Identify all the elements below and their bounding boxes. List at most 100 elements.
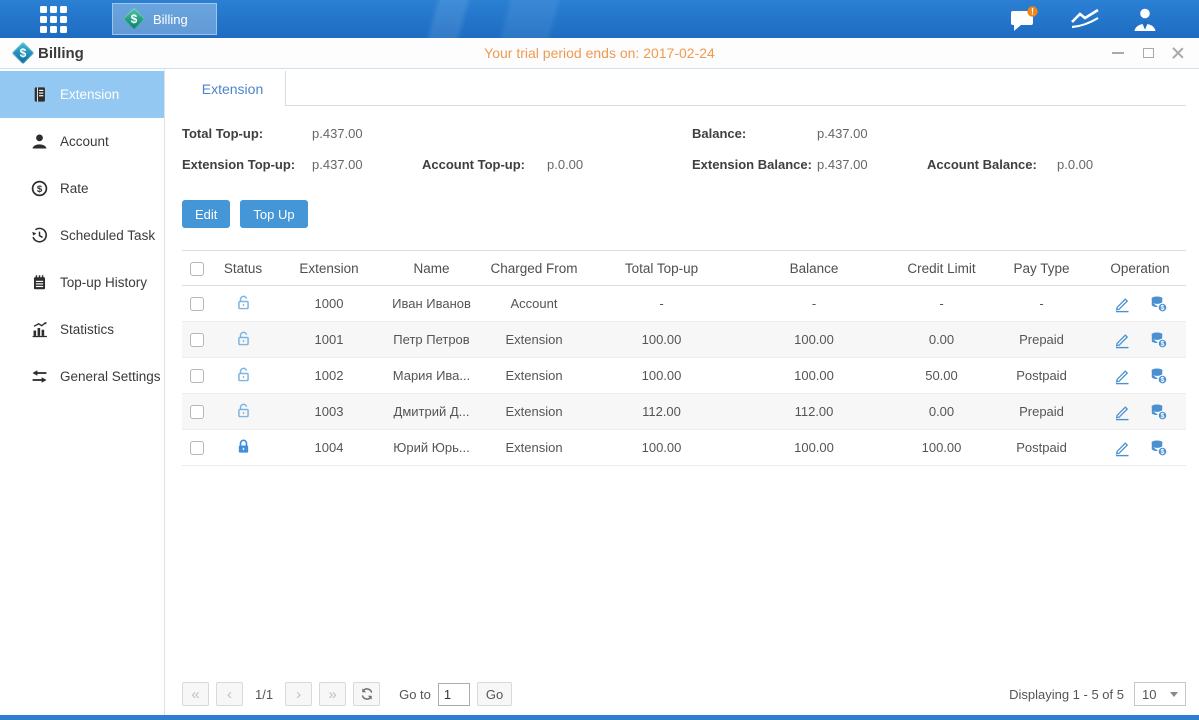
billing-window-icon: $ <box>12 42 34 64</box>
unlocked-icon <box>235 335 252 350</box>
refresh-button[interactable] <box>353 682 380 706</box>
prev-page-button[interactable]: ‹ <box>216 682 243 706</box>
unlocked-icon <box>235 407 252 422</box>
cell-pay-type: Prepaid <box>989 394 1094 430</box>
topup-coins-icon[interactable]: $ <box>1149 403 1168 421</box>
bar-chart-icon <box>31 321 49 339</box>
cell-credit-limit: 0.00 <box>894 394 989 430</box>
column-charged-from: Charged From <box>479 251 589 286</box>
topup-coins-icon[interactable]: $ <box>1149 367 1168 385</box>
pagination: « ‹ 1/1 › » Go to Go <box>182 682 512 706</box>
trial-notice: Your trial period ends on: 2017-02-24 <box>0 45 1199 61</box>
dollar-circle-icon: $ <box>31 180 49 198</box>
cell-charged-from: Account <box>479 286 589 322</box>
minimize-button[interactable] <box>1111 46 1125 60</box>
account-balance-label: Account Balance: <box>927 157 1037 172</box>
row-checkbox[interactable] <box>190 369 204 383</box>
user-account-icon[interactable] <box>1131 5 1159 33</box>
edit-button[interactable]: Edit <box>182 200 230 228</box>
next-page-icon: › <box>296 686 301 703</box>
page-size-select[interactable]: 10 <box>1134 682 1186 706</box>
column-extension: Extension <box>274 251 384 286</box>
svg-text:$: $ <box>1160 305 1164 312</box>
account-topup-value: p.0.00 <box>547 157 583 172</box>
cell-credit-limit: 0.00 <box>894 322 989 358</box>
cell-total-topup: 100.00 <box>589 322 734 358</box>
maximize-button[interactable] <box>1141 46 1155 60</box>
goto-page-input[interactable] <box>438 683 470 706</box>
extension-topup-value: p.437.00 <box>312 157 363 172</box>
cell-name: Петр Петров <box>384 322 479 358</box>
extension-balance-value: p.437.00 <box>817 157 868 172</box>
statistics-chart-icon[interactable] <box>1069 7 1101 31</box>
topup-coins-icon[interactable]: $ <box>1149 331 1168 349</box>
table-row[interactable]: 1004 Юрий Юрь... Extension 100.00 100.00… <box>182 430 1186 466</box>
sidebar-item-scheduled-task[interactable]: Scheduled Task <box>0 212 164 259</box>
table-row[interactable]: 1000 Иван Иванов Account - - - - <box>182 286 1186 322</box>
table-row[interactable]: 1002 Мария Ива... Extension 100.00 100.0… <box>182 358 1186 394</box>
edit-icon[interactable] <box>1113 439 1131 457</box>
cell-credit-limit: 100.00 <box>894 430 989 466</box>
balance-summary: Total Top-up: p.437.00 Balance: p.437.00… <box>182 120 1186 184</box>
cell-name: Иван Иванов <box>384 286 479 322</box>
page-size-value: 10 <box>1142 687 1156 702</box>
topup-button[interactable]: Top Up <box>240 200 307 228</box>
cell-credit-limit: 50.00 <box>894 358 989 394</box>
select-all-checkbox[interactable] <box>190 262 204 276</box>
messages-icon[interactable]: ! <box>1009 6 1039 33</box>
cell-pay-type: Postpaid <box>989 430 1094 466</box>
topup-coins-icon[interactable]: $ <box>1149 295 1168 313</box>
total-topup-label: Total Top-up: <box>182 126 263 141</box>
topbar-right: ! <box>1009 0 1159 38</box>
page-indicator: 1/1 <box>255 687 273 702</box>
sidebar-item-general-settings[interactable]: General Settings <box>0 353 164 400</box>
cell-pay-type: Prepaid <box>989 322 1094 358</box>
unlocked-icon <box>235 299 252 314</box>
cell-balance: - <box>734 286 894 322</box>
row-checkbox[interactable] <box>190 333 204 347</box>
next-page-button[interactable]: › <box>285 682 312 706</box>
cell-name: Юрий Юрь... <box>384 430 479 466</box>
cell-charged-from: Extension <box>479 358 589 394</box>
column-status: Status <box>212 251 274 286</box>
sidebar-item-statistics[interactable]: Statistics <box>0 306 164 353</box>
window-bottom-edge <box>0 715 1199 720</box>
cell-balance: 112.00 <box>734 394 894 430</box>
svg-text:$: $ <box>1160 377 1164 384</box>
first-page-button[interactable]: « <box>182 682 209 706</box>
sidebar-item-topup-history[interactable]: Top-up History <box>0 259 164 306</box>
edit-icon[interactable] <box>1113 403 1131 421</box>
row-checkbox[interactable] <box>190 297 204 311</box>
table-row[interactable]: 1003 Дмитрий Д... Extension 112.00 112.0… <box>182 394 1186 430</box>
tab-extension[interactable]: Extension <box>180 71 286 106</box>
taskbar-tab-billing[interactable]: $ Billing <box>112 3 217 35</box>
account-topup-label: Account Top-up: <box>422 157 525 172</box>
go-button[interactable]: Go <box>477 682 512 706</box>
extensions-table: Status Extension Name Charged From Total… <box>182 250 1186 466</box>
edit-icon[interactable] <box>1113 331 1131 349</box>
balance-label: Balance: <box>692 126 746 141</box>
last-page-button[interactable]: » <box>319 682 346 706</box>
cell-total-topup: 100.00 <box>589 430 734 466</box>
row-checkbox[interactable] <box>190 441 204 455</box>
close-button[interactable] <box>1171 46 1185 60</box>
topup-coins-icon[interactable]: $ <box>1149 439 1168 457</box>
cell-balance: 100.00 <box>734 322 894 358</box>
row-checkbox[interactable] <box>190 405 204 419</box>
column-operation: Operation <box>1094 251 1186 286</box>
sidebar-item-label: Top-up History <box>60 275 147 290</box>
titlebar: $ Billing Your trial period ends on: 201… <box>0 38 1199 69</box>
table-row[interactable]: 1001 Петр Петров Extension 100.00 100.00… <box>182 322 1186 358</box>
edit-icon[interactable] <box>1113 295 1131 313</box>
sidebar-item-account[interactable]: Account <box>0 118 164 165</box>
total-topup-value: p.437.00 <box>312 126 363 141</box>
cell-total-topup: 100.00 <box>589 358 734 394</box>
column-total-topup: Total Top-up <box>589 251 734 286</box>
cell-charged-from: Extension <box>479 430 589 466</box>
sidebar-item-extension[interactable]: Extension <box>0 71 164 118</box>
apps-grid-icon[interactable] <box>38 4 68 34</box>
sidebar-item-rate[interactable]: $ Rate <box>0 165 164 212</box>
edit-icon[interactable] <box>1113 367 1131 385</box>
ledger-icon <box>31 86 49 104</box>
person-icon <box>31 133 49 151</box>
